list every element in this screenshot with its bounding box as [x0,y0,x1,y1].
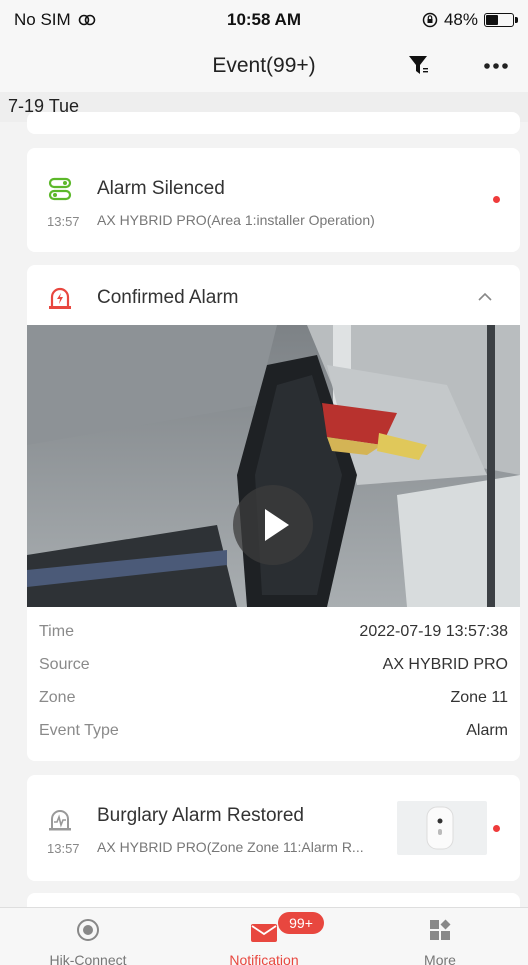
event-title: Alarm Silenced [97,178,225,199]
event-time: 13:57 [47,841,80,856]
detail-key: Source [39,656,90,673]
detail-value: 2022-07-19 13:57:38 [359,623,508,640]
nav-bar: Event(99+) [0,40,528,92]
filter-icon[interactable] [406,52,432,78]
more-grid-icon [430,919,451,940]
detail-value: Alarm [466,722,508,739]
battery-icon [484,13,518,27]
page-title: Event(99+) [212,54,316,77]
hik-connect-icon [77,919,99,941]
tab-bar: Hik-Connect 99+ Notification More [0,907,528,965]
battery-percent: 48% [443,10,478,29]
tab-hik-connect[interactable]: Hik-Connect [0,908,176,965]
event-title: Confirmed Alarm [97,287,239,308]
detail-key: Time [39,623,74,640]
detail-key: Zone [39,689,76,706]
chevron-up-icon[interactable] [477,291,493,303]
detail-row-time: Time 2022-07-19 13:57:38 [39,623,508,645]
orientation-lock-icon [422,12,438,28]
detail-key: Event Type [39,722,119,739]
notification-badge: 99+ [278,912,324,934]
event-card-alarm-silenced[interactable]: Alarm Silenced 13:57 AX HYBRID PRO(Area … [27,148,520,252]
tab-label: Notification [229,952,299,965]
event-card-partial[interactable] [27,112,520,134]
mail-icon [251,924,277,942]
detail-row-event-type: Event Type Alarm [39,722,508,744]
status-bar: No SIM 10:58 AM 48% [0,0,528,40]
alarm-silenced-icon [48,177,72,201]
event-source: AX HYBRID PRO(Zone Zone 11:Alarm R... [97,839,364,855]
detail-row-zone: Zone Zone 11 [39,689,508,711]
device-thumbnail [397,801,487,855]
unread-dot [493,825,500,832]
burglary-restored-icon [49,810,71,831]
video-snapshot[interactable] [27,325,520,607]
detail-value: AX HYBRID PRO [382,656,508,673]
event-time: 13:57 [47,214,80,229]
event-source: AX HYBRID PRO(Area 1:installer Operation… [97,212,375,228]
event-card-confirmed-alarm[interactable]: Confirmed Alarm Time 2022-07-19 13:57:38… [27,265,520,761]
tab-label: More [424,952,456,965]
unread-dot [493,196,500,203]
detail-row-source: Source AX HYBRID PRO [39,656,508,678]
play-icon [265,509,289,541]
tab-notification[interactable]: 99+ Notification [176,908,352,965]
more-icon[interactable] [480,56,512,76]
detail-value: Zone 11 [450,689,508,706]
event-card-burglary-restored[interactable]: Burglary Alarm Restored 13:57 AX HYBRID … [27,775,520,881]
tab-more[interactable]: More [352,908,528,965]
confirmed-alarm-icon [49,287,71,309]
event-title: Burglary Alarm Restored [97,805,304,826]
sensor-image [426,806,454,850]
tab-label: Hik-Connect [49,952,127,965]
play-button[interactable] [233,485,313,565]
